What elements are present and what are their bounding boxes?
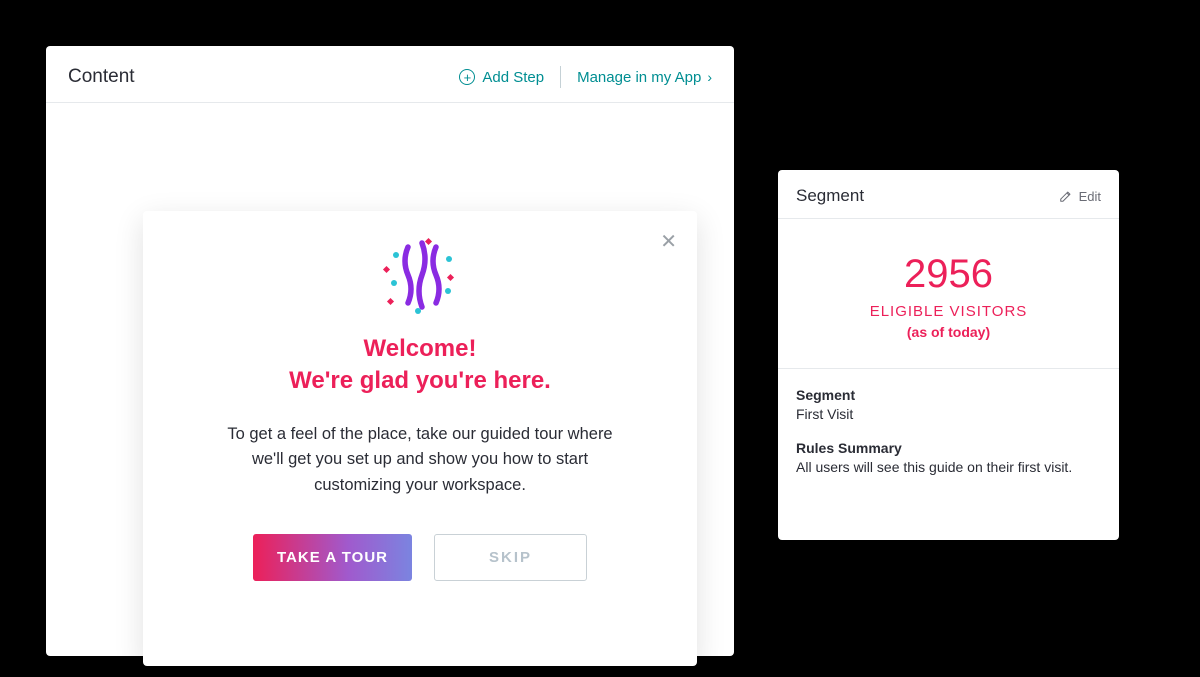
segment-panel: Segment Edit 2956 ELIGIBLE VISITORS (as …	[778, 170, 1119, 540]
eligible-visitors-count: 2956	[796, 251, 1101, 297]
content-panel: Content + Add Step Manage in my App › ✕	[46, 46, 734, 656]
add-step-label: Add Step	[482, 69, 544, 86]
eligible-visitors-label: ELIGIBLE VISITORS	[796, 303, 1101, 320]
divider	[560, 66, 561, 88]
close-icon[interactable]: ✕	[660, 229, 677, 254]
welcome-card: ✕ Welcome! We're glad you're here. To ge…	[143, 211, 697, 666]
segment-name-label: Segment	[796, 387, 1101, 403]
segment-panel-title: Segment	[796, 186, 864, 206]
rules-summary-label: Rules Summary	[796, 440, 1101, 456]
manage-in-app-link[interactable]: Manage in my App ›	[577, 69, 712, 86]
welcome-heading: Welcome! We're glad you're here.	[289, 333, 551, 398]
plus-circle-icon: +	[459, 69, 475, 85]
content-actions: + Add Step Manage in my App ›	[459, 66, 712, 88]
manage-link-label: Manage in my App	[577, 69, 701, 86]
add-step-link[interactable]: + Add Step	[459, 69, 544, 86]
welcome-heading-line1: Welcome!	[289, 333, 551, 365]
edit-link[interactable]: Edit	[1059, 189, 1101, 204]
segment-stats: 2956 ELIGIBLE VISITORS (as of today)	[778, 219, 1119, 369]
pencil-icon	[1059, 189, 1073, 203]
edit-link-label: Edit	[1079, 189, 1101, 204]
segment-details: Segment First Visit Rules Summary All us…	[778, 369, 1119, 511]
welcome-body: To get a feel of the place, take our gui…	[210, 422, 630, 499]
page-title: Content	[68, 66, 135, 88]
take-a-tour-button[interactable]: TAKE A TOUR	[253, 534, 412, 581]
content-panel-header: Content + Add Step Manage in my App ›	[46, 46, 734, 103]
chevron-right-icon: ›	[707, 69, 712, 85]
as-of-label: (as of today)	[796, 324, 1101, 340]
welcome-buttons: TAKE A TOUR SKIP	[253, 534, 587, 581]
welcome-heading-line2: We're glad you're here.	[289, 365, 551, 397]
skip-button[interactable]: SKIP	[434, 534, 587, 581]
segment-name-value: First Visit	[796, 406, 1101, 422]
confetti-icon	[378, 237, 462, 315]
segment-panel-header: Segment Edit	[778, 170, 1119, 219]
rules-summary-value: All users will see this guide on their f…	[796, 459, 1101, 475]
